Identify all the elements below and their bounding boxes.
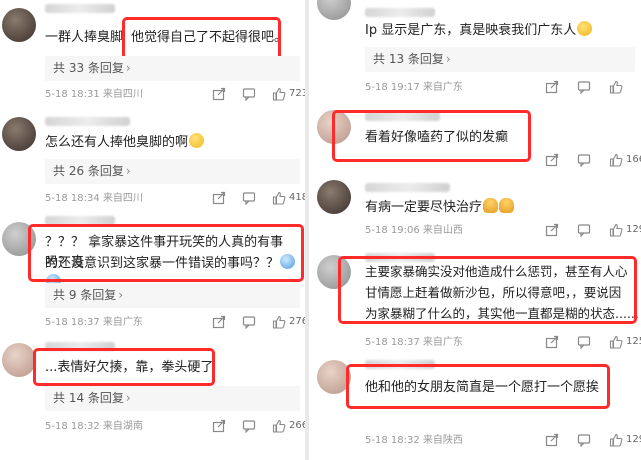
reply-count-bar[interactable]: 共 9 条回复 ›: [45, 283, 300, 308]
reply-count-label: 共 13 条回复: [373, 52, 444, 66]
reply-count-bar[interactable]: 共 14 条回复 ›: [45, 386, 300, 411]
highlight-box: [332, 110, 531, 162]
highlight-box: [122, 17, 281, 60]
comment-meta: 5-18 18:37 来自广东: [45, 317, 143, 328]
like-icon[interactable]: [272, 87, 286, 101]
username-blurred: [45, 117, 130, 126]
comment-actions: 129: [545, 433, 641, 449]
comment-icon[interactable]: [242, 419, 256, 433]
highlight-box: [338, 256, 637, 324]
like-count: 723: [289, 88, 305, 99]
chevron-right-icon: ›: [125, 61, 131, 75]
comment-icon[interactable]: [577, 223, 591, 237]
share-icon[interactable]: [545, 433, 559, 447]
like-count: 166: [626, 154, 641, 165]
avatar[interactable]: [2, 8, 36, 42]
pray-emoji-icon: [483, 198, 499, 213]
comment-icon[interactable]: [577, 335, 591, 349]
avatar[interactable]: [2, 343, 36, 377]
like-icon[interactable]: [609, 223, 623, 237]
highlight-box: [28, 224, 304, 282]
chevron-right-icon: ›: [125, 391, 131, 405]
chevron-right-icon: ›: [118, 288, 124, 302]
reply-count-label: 共 14 条回复: [53, 391, 124, 405]
right-comment-panel: Ip 显示是广东，真是映衰我们广东人 共 13 条回复 › 5-18 19:17 …: [309, 0, 641, 460]
share-icon[interactable]: [212, 419, 226, 433]
avatar[interactable]: [317, 180, 351, 214]
like-icon[interactable]: [609, 153, 623, 167]
like-count: 418: [289, 192, 305, 203]
comment-actions: [545, 80, 641, 96]
like-icon[interactable]: [272, 419, 286, 433]
comment-text: 有病一定要尽快治疗: [365, 198, 515, 218]
highlight-box: [346, 364, 610, 409]
reply-count-label: 共 33 条回复: [53, 61, 124, 75]
crying-emoji-icon: [577, 21, 593, 36]
like-icon[interactable]: [609, 433, 623, 447]
share-icon[interactable]: [545, 335, 559, 349]
like-count: 125: [626, 336, 641, 347]
like-count: 276: [289, 316, 305, 327]
share-icon[interactable]: [545, 80, 559, 94]
comment-actions: 166: [545, 153, 641, 169]
comment-item: 一群人捧臭脚 他觉得自己了不起得很吧。 共 33 条回复 › 5-18 18:31…: [0, 0, 305, 100]
comment-meta: 5-18 18:37 来自广东: [365, 337, 463, 348]
comment-actions: 276: [212, 315, 305, 331]
chevron-right-icon: ›: [125, 164, 131, 178]
reply-count-bar[interactable]: 共 13 条回复 ›: [365, 47, 635, 72]
comment-actions: 129: [545, 223, 641, 239]
comment-text: Ip 显示是广东，真是映衰我们广东人: [365, 21, 593, 41]
comment-icon[interactable]: [242, 191, 256, 205]
comment-meta: 5-18 18:32 来自陕西: [365, 435, 463, 446]
comment-meta: 5-18 18:31 来自四川: [45, 89, 143, 100]
grin-emoji-icon: [189, 133, 205, 148]
avatar[interactable]: [317, 0, 351, 20]
reply-count-bar[interactable]: 共 33 条回复 ›: [45, 56, 300, 81]
chevron-right-icon: ›: [445, 52, 451, 66]
reply-count-label: 共 26 条回复: [53, 164, 124, 178]
share-icon[interactable]: [212, 191, 226, 205]
reply-count-label: 共 9 条回复: [53, 288, 117, 302]
share-icon[interactable]: [545, 153, 559, 167]
like-count: 129: [626, 434, 641, 445]
like-icon[interactable]: [272, 315, 286, 329]
username-blurred: [365, 8, 435, 17]
reply-count-bar[interactable]: 共 26 条回复 ›: [45, 159, 300, 184]
share-icon[interactable]: [212, 87, 226, 101]
comment-actions: 266: [212, 419, 305, 435]
pray-emoji-icon: [499, 198, 515, 213]
comment-meta: 5-18 18:32 来自湖南: [45, 421, 143, 432]
comment-icon[interactable]: [577, 80, 591, 94]
like-count: 266: [289, 420, 305, 431]
comment-actions: 418: [212, 191, 305, 207]
highlight-box: [33, 348, 215, 386]
username-blurred: [45, 4, 115, 13]
comment-actions: 125: [545, 335, 641, 351]
like-count: 129: [626, 224, 641, 235]
like-icon[interactable]: [609, 335, 623, 349]
share-icon[interactable]: [545, 223, 559, 237]
comment-meta: 5-18 18:34 来自四川: [45, 193, 143, 204]
comment-icon[interactable]: [577, 433, 591, 447]
comment-actions: 723: [212, 87, 305, 103]
comment-meta: 5-18 19:06 来自山西: [365, 225, 463, 236]
left-comment-panel: 一群人捧臭脚 他觉得自己了不起得很吧。 共 33 条回复 › 5-18 18:31…: [0, 0, 305, 460]
username-blurred: [365, 183, 450, 192]
comment-icon[interactable]: [577, 153, 591, 167]
comment-icon[interactable]: [242, 315, 256, 329]
like-icon[interactable]: [609, 80, 623, 94]
comment-icon[interactable]: [242, 87, 256, 101]
avatar[interactable]: [2, 117, 36, 151]
like-icon[interactable]: [272, 191, 286, 205]
comment-meta: 5-18 19:17 来自广东: [365, 82, 463, 93]
comment-text: 怎么还有人捧他臭脚的啊: [45, 133, 205, 153]
comment-text: 一群人捧臭脚: [45, 30, 124, 45]
share-icon[interactable]: [212, 315, 226, 329]
